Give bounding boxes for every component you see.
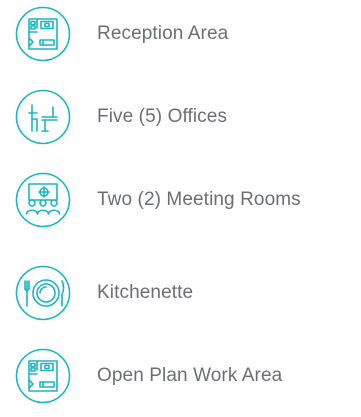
feature-item-kitchenette: Kitchenette xyxy=(15,264,361,322)
feature-item-meeting-rooms: Two (2) Meeting Rooms xyxy=(15,171,361,229)
feature-label: Five (5) Offices xyxy=(97,106,228,127)
feature-item-open-plan-work-area: Open Plan Work Area xyxy=(15,347,361,405)
desk-chair-icon xyxy=(15,89,71,145)
floor-plan-icon xyxy=(15,6,71,62)
feature-label: Reception Area xyxy=(97,23,229,44)
feature-item-offices: Five (5) Offices xyxy=(15,88,361,146)
feature-label: Kitchenette xyxy=(97,282,194,303)
plate-cutlery-icon xyxy=(15,265,71,321)
meeting-room-icon xyxy=(15,172,71,228)
feature-item-reception-area: Reception Area xyxy=(15,5,361,63)
feature-label: Two (2) Meeting Rooms xyxy=(97,189,301,210)
floor-plan-icon xyxy=(15,348,71,404)
feature-list: Reception Area Five (5) Offices Two (2) … xyxy=(0,0,361,417)
feature-label: Open Plan Work Area xyxy=(97,365,283,386)
